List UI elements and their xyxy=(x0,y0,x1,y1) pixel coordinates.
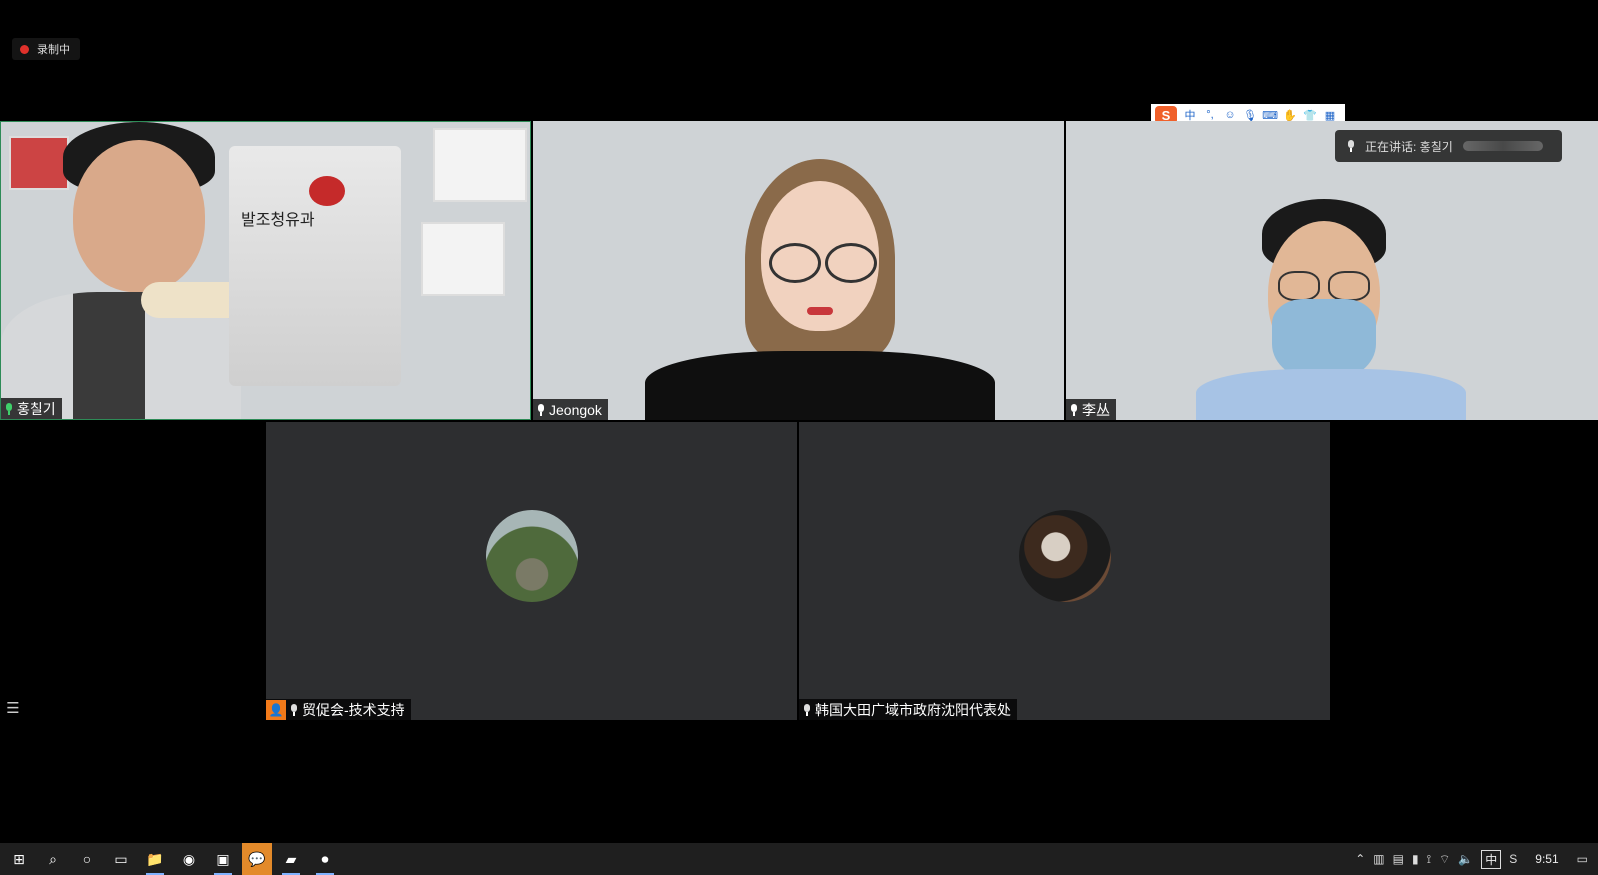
punctuation-icon[interactable]: °, xyxy=(1203,108,1217,122)
microphone-muted-icon xyxy=(803,703,811,716)
glasses-left-lens xyxy=(769,243,821,283)
glasses-left-lens xyxy=(1278,271,1320,301)
video-tile-participant-2[interactable]: Jeongok xyxy=(533,121,1064,420)
person-body xyxy=(645,351,995,420)
participant-name: 홍칠기 xyxy=(17,400,56,417)
volume-icon[interactable]: 🔈 xyxy=(1458,852,1473,866)
participant-nameplate: 李丛 xyxy=(1066,399,1116,420)
chrome-icon[interactable]: ◉ xyxy=(174,843,204,875)
hand-icon[interactable]: ✋ xyxy=(1283,108,1297,122)
product-package: 발조청유과 xyxy=(229,146,401,386)
emoji-icon[interactable]: ☺ xyxy=(1223,108,1237,122)
participant-nameplate: 韩国大田广域市政府沈阳代表处 xyxy=(799,699,1017,720)
product-logo-icon xyxy=(309,176,345,206)
participant-name: 贸促会-技术支持 xyxy=(302,701,405,718)
app-blue-icon[interactable]: ▣ xyxy=(208,843,238,875)
person-body xyxy=(1196,369,1466,420)
microphone-icon xyxy=(537,403,545,416)
video-tile-participant-3[interactable]: 李丛 xyxy=(1066,121,1598,420)
wifi-icon[interactable]: ⌔ xyxy=(1439,852,1450,867)
participant-avatar xyxy=(486,510,578,602)
zoom-app-icon[interactable]: ▰ xyxy=(276,843,306,875)
participant-nameplate: Jeongok xyxy=(533,399,608,420)
participant-nameplate: 👤 贸促会-技术支持 xyxy=(266,699,411,720)
background-paper xyxy=(421,222,505,296)
recording-label: 录制中 xyxy=(37,44,70,56)
tray-network-icon[interactable]: ⟟ xyxy=(1427,852,1431,867)
participant-nameplate: 홍칠기 xyxy=(1,398,62,419)
participant-name: Jeongok xyxy=(549,401,602,418)
microphone-icon xyxy=(1347,140,1355,152)
task-view-icon[interactable]: ▭ xyxy=(106,843,136,875)
participant-name: 韩国大田广域市政府沈阳代表处 xyxy=(815,701,1011,718)
glasses-right-lens xyxy=(1328,271,1370,301)
participant-list-icon[interactable]: ☰ xyxy=(4,700,22,718)
host-person-icon: 👤 xyxy=(266,699,286,720)
skin-icon[interactable]: 👕 xyxy=(1303,108,1317,122)
windows-taskbar: ⊞ ⌕ ○ ▭ 📁 ◉ ▣ 💬 ▰ ⏺ ⌃ ▥ ▤ ▮ ⟟ ⌔ 🔈 中 S 9:… xyxy=(0,843,1598,875)
active-speaker-indicator: 正在讲话: 홍칠기 xyxy=(1335,130,1562,162)
ime-indicator[interactable]: 中 xyxy=(1481,849,1502,869)
glasses-right-lens xyxy=(825,243,877,283)
tray-monitor-icon[interactable]: ▤ xyxy=(1393,852,1404,866)
microphone-muted-icon xyxy=(290,703,298,716)
blurred-text xyxy=(1462,141,1543,151)
wechat-icon[interactable]: 💬 xyxy=(242,843,272,875)
product-label: 발조청유과 xyxy=(241,212,315,229)
microphone-icon xyxy=(1070,403,1078,416)
ime-lang-toggle[interactable]: 中 xyxy=(1183,108,1197,122)
active-speaker-label: 正在讲话: 홍칠기 xyxy=(1365,139,1453,154)
tray-notification-icon[interactable]: ▮ xyxy=(1412,852,1419,866)
microphone-active-icon xyxy=(5,402,13,415)
keyboard-icon[interactable]: ⌨ xyxy=(1262,108,1278,122)
background-window xyxy=(433,128,527,202)
system-clock[interactable]: 9:51 xyxy=(1535,852,1558,866)
participant-name: 李丛 xyxy=(1082,401,1110,418)
recorder-icon[interactable]: ⏺ xyxy=(310,843,340,875)
participant-avatar xyxy=(1019,510,1111,602)
lips xyxy=(807,307,833,315)
sogou-tray-icon[interactable]: S xyxy=(1509,852,1517,866)
file-explorer-icon[interactable]: 📁 xyxy=(140,843,170,875)
search-icon[interactable]: ⌕ xyxy=(38,843,68,875)
person-face xyxy=(73,140,205,292)
toolbox-icon[interactable]: ▦ xyxy=(1323,108,1337,122)
action-center-icon[interactable]: ▭ xyxy=(1577,852,1588,866)
start-windows-icon[interactable]: ⊞ xyxy=(4,843,34,875)
video-tile-participant-4[interactable]: 👤 贸促会-技术支持 xyxy=(266,422,797,720)
video-tile-participant-1[interactable]: 발조청유과 홍칠기 xyxy=(0,121,531,420)
video-tile-participant-5[interactable]: 韩国大田广域市政府沈阳代表处 xyxy=(799,422,1330,720)
tray-expand-icon[interactable]: ⌃ xyxy=(1355,852,1365,866)
cortana-circle-icon[interactable]: ○ xyxy=(72,843,102,875)
recording-indicator: 录制中 xyxy=(12,38,80,60)
voice-icon[interactable]: 🎙 xyxy=(1243,108,1257,122)
tray-app-icon[interactable]: ▥ xyxy=(1373,852,1384,866)
recording-dot-icon xyxy=(20,44,29,54)
background-red-box xyxy=(9,136,69,190)
